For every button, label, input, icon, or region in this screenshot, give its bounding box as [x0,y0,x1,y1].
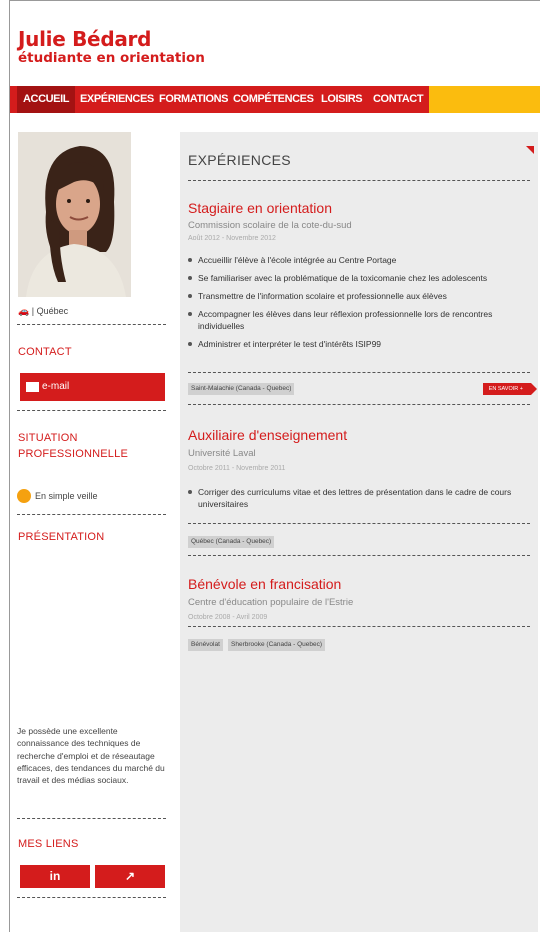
divider [17,324,166,325]
list-item: Se familiariser avec la problématique de… [188,272,528,284]
job-title: Auxiliaire d'enseignement [188,427,348,443]
nav-item-experiences[interactable]: EXPÉRIENCES [80,86,154,113]
list-item: Administrer et interpréter le test d'int… [188,338,528,350]
contact-title: CONTACT [18,346,72,358]
avatar [18,132,131,297]
divider [188,372,530,373]
profile-photo [18,132,131,297]
location: 🚗 | Québec [18,306,69,316]
location-label: Québec [36,306,69,316]
more-button[interactable]: EN SAVOIR + [482,383,538,395]
section-title: EXPÉRIENCES [188,152,291,168]
job-dates: Août 2012 - Novembre 2012 [188,235,276,242]
list-item: Accompagner les élèves dans leur réflexi… [188,308,528,332]
nav-item-accueil[interactable]: ACCUEIL [17,86,76,113]
nav-item-contact[interactable]: CONTACT [373,86,424,113]
car-icon: 🚗 [18,306,30,316]
presentation-title: PRÉSENTATION [18,531,105,543]
divider [188,180,530,181]
status-label: En simple veille [35,491,98,501]
tag: Sherbrooke (Canada - Quebec) [228,639,326,651]
job-org: Centre d'éducation populaire de l'Estrie [188,597,354,608]
page-title: Julie Bédard [18,27,152,51]
divider [188,404,530,405]
nav-item-competences[interactable]: COMPÉTENCES [233,86,314,113]
mail-icon [26,382,39,392]
external-link-icon: ↗ [124,869,136,883]
linkedin-icon: in [49,869,61,883]
divider [188,523,530,524]
links-title: MES LIENS [18,838,79,850]
tag: Bénévolat [188,639,223,651]
job-title: Bénévole en francisation [188,576,342,592]
situation-title: SITUATION PROFESSIONNELLE [18,432,128,460]
job-dates: Octobre 2011 - Novembre 2011 [188,465,286,472]
divider [17,514,166,515]
job-org: Commission scolaire de la cote-du-sud [188,220,352,231]
page-subtitle: étudiante en orientation [18,50,205,66]
status-indicator [17,489,31,503]
experiences-panel: EXPÉRIENCES Stagiaire en orientation Com… [180,132,538,932]
divider [17,897,166,898]
divider [188,555,530,556]
job-dates: Octobre 2008 - Avril 2009 [188,614,268,621]
nav-item-formations[interactable]: FORMATIONS [159,86,229,113]
divider [188,626,530,627]
job-title: Stagiaire en orientation [188,200,332,216]
corner-triangle-icon [526,146,534,154]
nav-item-loisirs[interactable]: LOISIRS [321,86,363,113]
divider [17,410,166,411]
job-org: Université Laval [188,448,256,459]
job-bullets: Corriger des curriculums vitae et des le… [188,486,528,510]
tag: Saint-Malachie (Canada - Quebec) [188,383,295,395]
tag: Québec (Canada - Quebec) [188,536,275,548]
email-label: e-mail [42,381,70,392]
list-item: Corriger des curriculums vitae et des le… [188,486,528,510]
job-bullets: Accueillir l'élève à l'école intégrée au… [188,254,528,350]
list-item: Transmettre de l'information scolaire et… [188,290,528,302]
email-button[interactable]: e-mail [20,373,165,401]
presentation-text: Je possède une excellente connaissance d… [17,726,165,786]
linkedin-button[interactable]: in [20,865,90,888]
main-nav: ACCUEIL EXPÉRIENCES FORMATIONS COMPÉTENC… [10,86,540,113]
external-link-button[interactable]: ↗ [95,865,165,888]
divider [17,818,166,819]
list-item: Accueillir l'élève à l'école intégrée au… [188,254,528,266]
